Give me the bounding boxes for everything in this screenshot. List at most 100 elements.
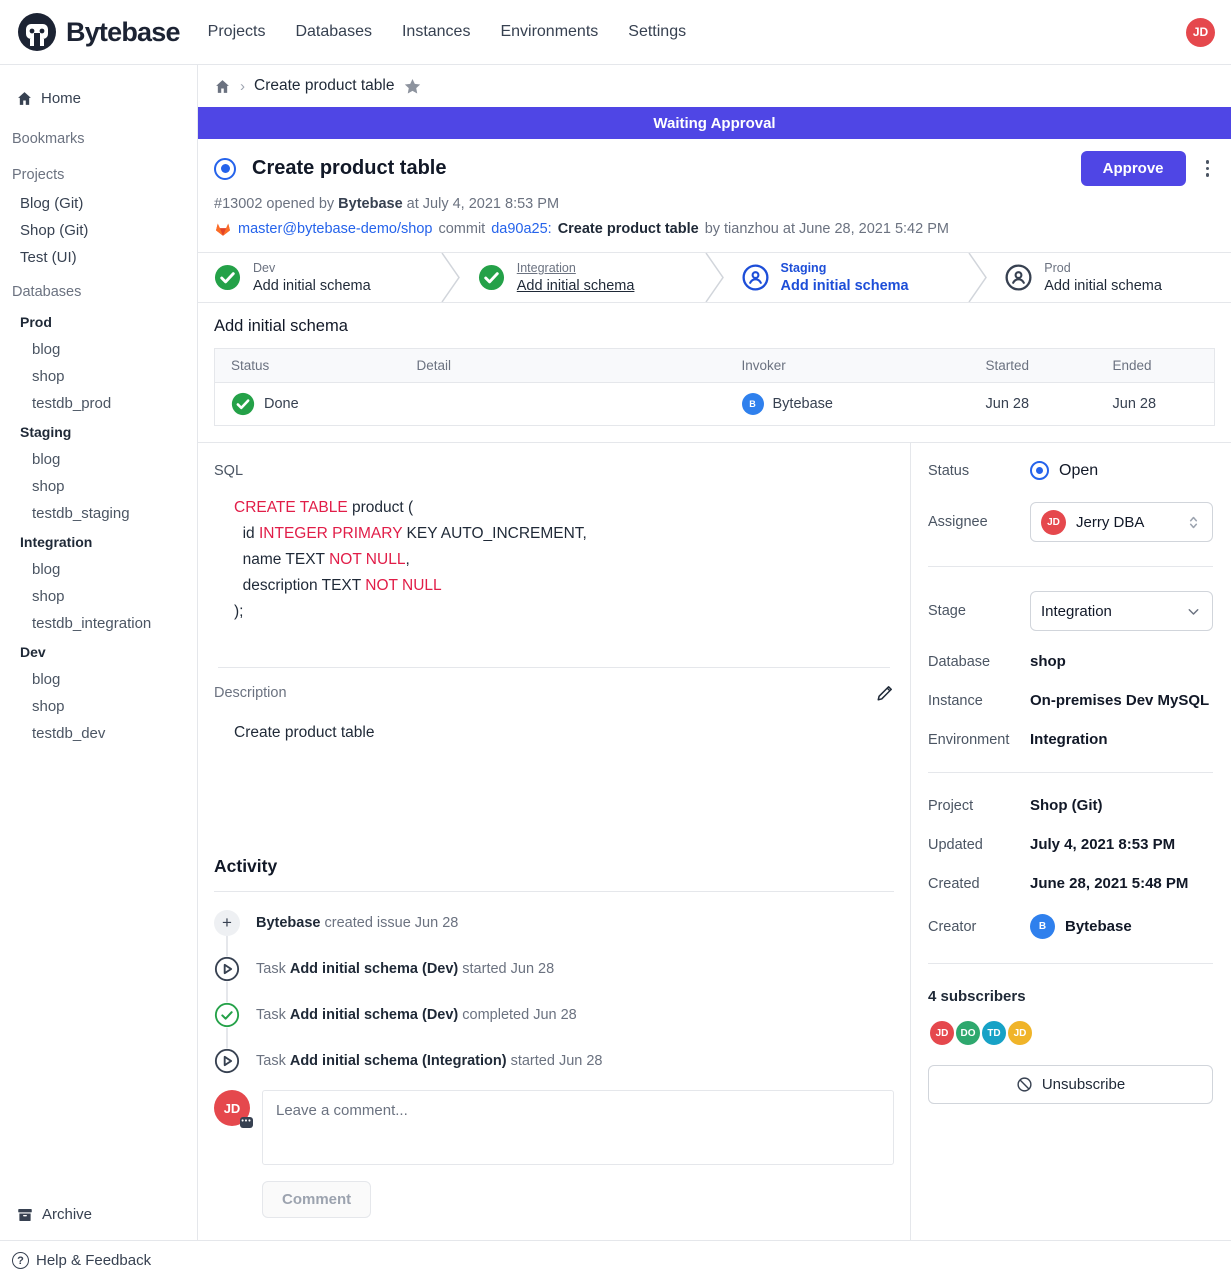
stage-task-label: Add initial schema: [1044, 277, 1162, 295]
select-stepper-icon: [1185, 514, 1202, 531]
stage-prod[interactable]: ProdAdd initial schema: [989, 253, 1231, 302]
sidebar-item-home[interactable]: Home: [0, 83, 197, 118]
commit-hash-link[interactable]: da90a25:: [491, 221, 551, 237]
activity-feed: +Bytebase created issue Jun 28Task Add i…: [214, 910, 894, 1074]
activity-text: Task Add initial schema (Dev) started Ju…: [256, 961, 554, 977]
sidebar-item-blog[interactable]: blog: [0, 666, 197, 693]
feed-connector: [226, 1028, 228, 1048]
breadcrumb-separator: ›: [240, 78, 245, 95]
bottom-bar: ? Help & Feedback: [0, 1240, 1231, 1280]
stage-labels: ProdAdd initial schema: [1044, 260, 1162, 295]
nav-link-databases[interactable]: Databases: [295, 23, 372, 41]
stage-env-label: Staging: [781, 260, 909, 277]
task-started-cell: Jun 28: [970, 383, 1097, 426]
sidebar-nav-list: HomeBookmarksProjectsBlog (Git)Shop (Git…: [0, 83, 197, 1193]
stage-select[interactable]: Integration: [1030, 591, 1213, 631]
sql-line: description TEXT NOT NULL: [234, 573, 894, 599]
commit-suffix: by tianzhou at June 28, 2021 5:42 PM: [705, 221, 949, 237]
field-value: July 4, 2021 8:53 PM: [1030, 836, 1175, 853]
sql-line: );: [234, 599, 894, 625]
comment-input[interactable]: [262, 1090, 894, 1165]
top-navbar: Bytebase Projects Databases Instances Envir…: [0, 0, 1231, 65]
issue-sidebar: Status Open Assignee JD Jerry DBA: [910, 443, 1231, 1240]
sidebar-item-staging[interactable]: Staging: [0, 419, 197, 446]
ban-icon: [1016, 1076, 1033, 1093]
activity-text: Bytebase created issue Jun 28: [256, 915, 458, 931]
nav-link-environments[interactable]: Environments: [500, 23, 598, 41]
sidebar-item-shop[interactable]: shop: [0, 693, 197, 720]
assignee-select[interactable]: JD Jerry DBA: [1030, 502, 1213, 542]
table-row[interactable]: DoneBBytebaseJun 28Jun 28: [215, 383, 1215, 426]
issue-header: Create product table Approve #13002 open…: [198, 139, 1231, 252]
stage-env-label: Prod: [1044, 260, 1162, 277]
sql-line: name TEXT NOT NULL,: [234, 547, 894, 573]
sql-line: id INTEGER PRIMARY KEY AUTO_INCREMENT,: [234, 521, 894, 547]
subscriber-avatars: JDDOTDJD: [928, 1019, 1213, 1047]
activity-text: Task Add initial schema (Integration) st…: [256, 1053, 602, 1069]
sidebar-item-test-ui-[interactable]: Test (UI): [0, 244, 197, 271]
commit-branch-link[interactable]: master@bytebase-demo/shop: [238, 221, 432, 237]
nav-link-instances[interactable]: Instances: [402, 23, 470, 41]
assignee-label: Assignee: [928, 514, 1030, 530]
user-avatar[interactable]: JD: [1186, 18, 1215, 47]
sidebar-item-label: Home: [41, 85, 81, 112]
task-detail-cell: [401, 383, 726, 426]
edit-description-icon[interactable]: [876, 684, 894, 702]
bookmark-star-icon[interactable]: [403, 77, 422, 96]
unsubscribe-button[interactable]: Unsubscribe: [928, 1065, 1213, 1104]
sidebar-item-shop-git-[interactable]: Shop (Git): [0, 217, 197, 244]
sql-line: CREATE TABLE product (: [234, 495, 894, 521]
sidebar-item-integration[interactable]: Integration: [0, 529, 197, 556]
nav-link-settings[interactable]: Settings: [628, 23, 686, 41]
help-feedback-link[interactable]: ? Help & Feedback: [12, 1252, 151, 1269]
column-header-detail: Detail: [401, 349, 726, 383]
brand-logo[interactable]: Bytebase: [16, 11, 180, 53]
breadcrumb-home-icon[interactable]: [214, 78, 231, 95]
approve-button[interactable]: Approve: [1081, 151, 1186, 186]
task-section: Add initial schema StatusDetailInvokerSt…: [198, 303, 1231, 442]
creator-avatar: B: [1030, 914, 1055, 939]
sidebar-item-shop[interactable]: shop: [0, 473, 197, 500]
task-ended-cell: Jun 28: [1097, 383, 1215, 426]
stage-staging[interactable]: StagingAdd initial schema: [726, 253, 968, 302]
gitlab-icon: [214, 220, 232, 238]
breadcrumb-page: Create product table: [254, 77, 394, 95]
field-value: Integration: [1030, 731, 1108, 748]
stage-dev[interactable]: DevAdd initial schema: [198, 253, 440, 302]
status-banner: Waiting Approval: [198, 107, 1231, 139]
comment-button[interactable]: Comment: [262, 1181, 371, 1218]
sidebar-item-archive[interactable]: Archive: [0, 1193, 197, 1240]
archive-icon: [16, 1206, 34, 1224]
sidebar-item-blog[interactable]: blog: [0, 556, 197, 583]
task-status-cell: Done: [215, 383, 401, 426]
description-text: Create product table: [234, 724, 894, 834]
sidebar-item-shop[interactable]: shop: [0, 583, 197, 610]
kebab-menu-icon[interactable]: [1200, 154, 1216, 183]
fields-group-a: DatabaseshopInstanceOn-premises Dev MySQ…: [928, 653, 1213, 748]
sidebar-item-blog[interactable]: blog: [0, 336, 197, 363]
activity-item: Task Add initial schema (Integration) st…: [214, 1048, 894, 1074]
field-row-project: ProjectShop (Git): [928, 797, 1213, 814]
commit-line: master@bytebase-demo/shop commit da90a25…: [214, 220, 1215, 238]
sidebar-item-blog[interactable]: blog: [0, 446, 197, 473]
sidebar-item-prod[interactable]: Prod: [0, 309, 197, 336]
stage-labels: IntegrationAdd initial schema: [517, 260, 635, 295]
nav-link-projects[interactable]: Projects: [208, 23, 266, 41]
column-header-invoker: Invoker: [726, 349, 970, 383]
sidebar-item-testdb-staging[interactable]: testdb_staging: [0, 500, 197, 527]
sidebar-item-dev[interactable]: Dev: [0, 639, 197, 666]
sidebar-item-shop[interactable]: shop: [0, 363, 197, 390]
sidebar-item-testdb-dev[interactable]: testdb_dev: [0, 720, 197, 747]
sidebar-item-testdb-prod[interactable]: testdb_prod: [0, 390, 197, 417]
field-row-database: Databaseshop: [928, 653, 1213, 670]
left-sidebar: HomeBookmarksProjectsBlog (Git)Shop (Git…: [0, 65, 198, 1240]
stage-label: Stage: [928, 603, 1030, 619]
description-label: Description: [214, 685, 876, 701]
subscriber-avatar: JD: [928, 1019, 956, 1047]
sidebar-item-testdb-integration[interactable]: testdb_integration: [0, 610, 197, 637]
help-label: Help & Feedback: [36, 1252, 151, 1269]
chevron-down-icon: [1185, 603, 1202, 620]
stage-integration[interactable]: IntegrationAdd initial schema: [462, 253, 704, 302]
task-section-title: Add initial schema: [214, 317, 1215, 336]
sidebar-item-blog-git-[interactable]: Blog (Git): [0, 190, 197, 217]
